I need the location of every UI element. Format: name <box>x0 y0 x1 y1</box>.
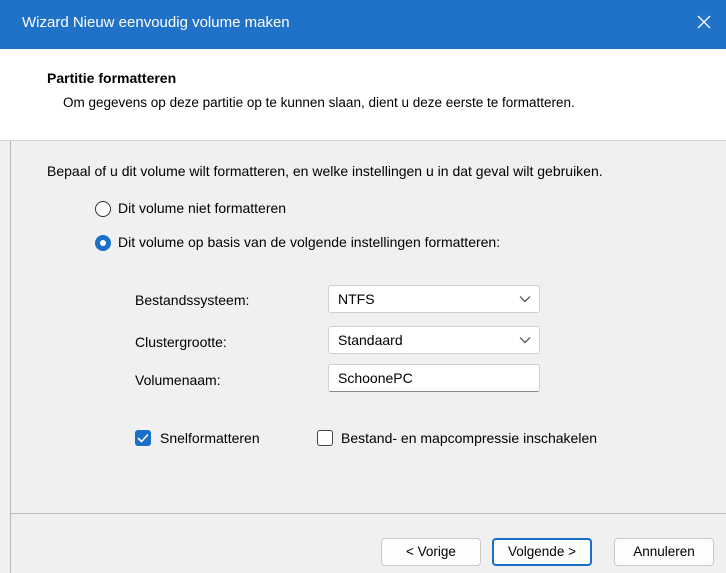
chevron-down-icon <box>519 337 531 344</box>
quick-format-checkbox[interactable] <box>135 430 151 446</box>
title-bar: Wizard Nieuw eenvoudig volume maken <box>0 0 726 49</box>
filesystem-value: NTFS <box>338 291 375 307</box>
volume-name-value: SchoonePC <box>338 370 413 386</box>
wizard-header: Partitie formatteren Om gegevens op deze… <box>0 49 726 141</box>
volume-label: Volumenaam: <box>135 372 221 388</box>
close-button[interactable] <box>686 0 726 49</box>
volume-name-input[interactable]: SchoonePC <box>328 364 540 392</box>
radio-format-label[interactable]: Dit volume op basis van de volgende inst… <box>118 234 500 250</box>
format-prompt: Bepaal of u dit volume wilt formatteren,… <box>47 163 603 179</box>
compression-label[interactable]: Bestand- en mapcompressie inschakelen <box>341 430 597 446</box>
quick-format-label[interactable]: Snelformatteren <box>160 430 260 446</box>
left-divider <box>10 141 11 573</box>
cluster-label: Clustergrootte: <box>135 334 227 350</box>
close-icon <box>697 15 711 29</box>
filesystem-label: Bestandssysteem: <box>135 292 250 308</box>
radio-no-format-label[interactable]: Dit volume niet formatteren <box>118 200 286 216</box>
cluster-select[interactable]: Standaard <box>328 326 540 354</box>
filesystem-select[interactable]: NTFS <box>328 285 540 313</box>
page-title: Partitie formatteren <box>47 70 177 86</box>
back-button[interactable]: < Vorige <box>381 538 481 566</box>
cancel-button[interactable]: Annuleren <box>614 538 714 566</box>
checkmark-icon <box>137 433 149 443</box>
cluster-value: Standaard <box>338 332 403 348</box>
radio-format[interactable] <box>95 235 111 251</box>
compression-checkbox[interactable] <box>317 430 333 446</box>
radio-no-format[interactable] <box>95 201 111 217</box>
page-description: Om gegevens op deze partitie op te kunne… <box>63 95 575 110</box>
window-title: Wizard Nieuw eenvoudig volume maken <box>22 14 290 31</box>
chevron-down-icon <box>519 296 531 303</box>
footer-divider <box>10 513 726 514</box>
next-button[interactable]: Volgende > <box>492 538 592 566</box>
